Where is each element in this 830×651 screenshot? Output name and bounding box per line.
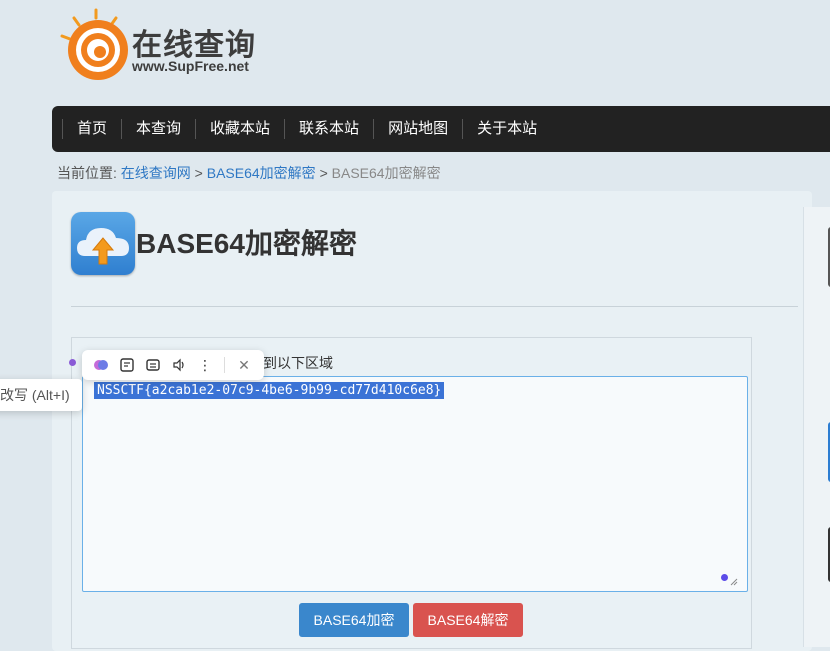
breadcrumb-current: BASE64加密解密 xyxy=(331,165,441,181)
nav-item-home[interactable]: 首页 xyxy=(62,119,121,139)
assistant-dot[interactable] xyxy=(721,574,728,581)
rewrite-tooltip: 改写 (Alt+I) xyxy=(0,379,82,411)
site-logo[interactable]: 在线查询 www.SupFree.net xyxy=(56,8,316,88)
breadcrumb: 当前位置: 在线查询网 > BASE64加密解密 > BASE64加密解密 xyxy=(57,163,441,183)
assistant-dot[interactable] xyxy=(69,359,76,366)
nav-item-query[interactable]: 本查询 xyxy=(121,119,195,139)
close-icon[interactable]: ✕ xyxy=(231,354,257,376)
right-sidebar xyxy=(803,207,830,647)
scan-icon[interactable] xyxy=(140,354,166,376)
page-title: BASE64加密解密 xyxy=(136,228,357,259)
breadcrumb-link-home[interactable]: 在线查询网 xyxy=(121,165,191,181)
base64-io-textarea[interactable] xyxy=(82,376,748,592)
input-hint: 到以下区域 xyxy=(263,355,333,371)
more-icon[interactable]: ⋮ xyxy=(192,354,218,376)
note-icon[interactable] xyxy=(114,354,140,376)
base64-decode-button[interactable]: BASE64解密 xyxy=(413,603,523,637)
nav-item-contact[interactable]: 联系本站 xyxy=(284,119,373,139)
breadcrumb-link-base64[interactable]: BASE64加密解密 xyxy=(207,165,316,181)
breadcrumb-separator: > xyxy=(194,165,203,181)
divider xyxy=(71,306,798,307)
cloud-upload-icon xyxy=(71,212,135,275)
speaker-icon[interactable] xyxy=(166,354,192,376)
breadcrumb-separator: > xyxy=(319,165,328,181)
logo-domain: www.SupFree.net xyxy=(132,58,249,74)
brain-icon[interactable] xyxy=(88,354,114,376)
nav-item-sitemap[interactable]: 网站地图 xyxy=(373,119,462,139)
sun-spiral-logo-icon xyxy=(60,8,128,80)
base64-encode-button[interactable]: BASE64加密 xyxy=(299,603,409,637)
breadcrumb-prefix: 当前位置: xyxy=(57,165,117,181)
selected-text[interactable]: NSSCTF{a2cab1e2-07c9-4be6-9b99-cd77d410c… xyxy=(94,382,445,399)
resize-handle-icon[interactable] xyxy=(729,577,738,586)
floating-ai-toolbar: ⋮ ✕ xyxy=(82,350,264,380)
main-nav: 首页 本查询 收藏本站 联系本站 网站地图 关于本站 xyxy=(52,106,830,152)
nav-item-bookmark[interactable]: 收藏本站 xyxy=(195,119,284,139)
toolbar-separator xyxy=(224,357,225,373)
nav-item-about[interactable]: 关于本站 xyxy=(462,119,551,139)
